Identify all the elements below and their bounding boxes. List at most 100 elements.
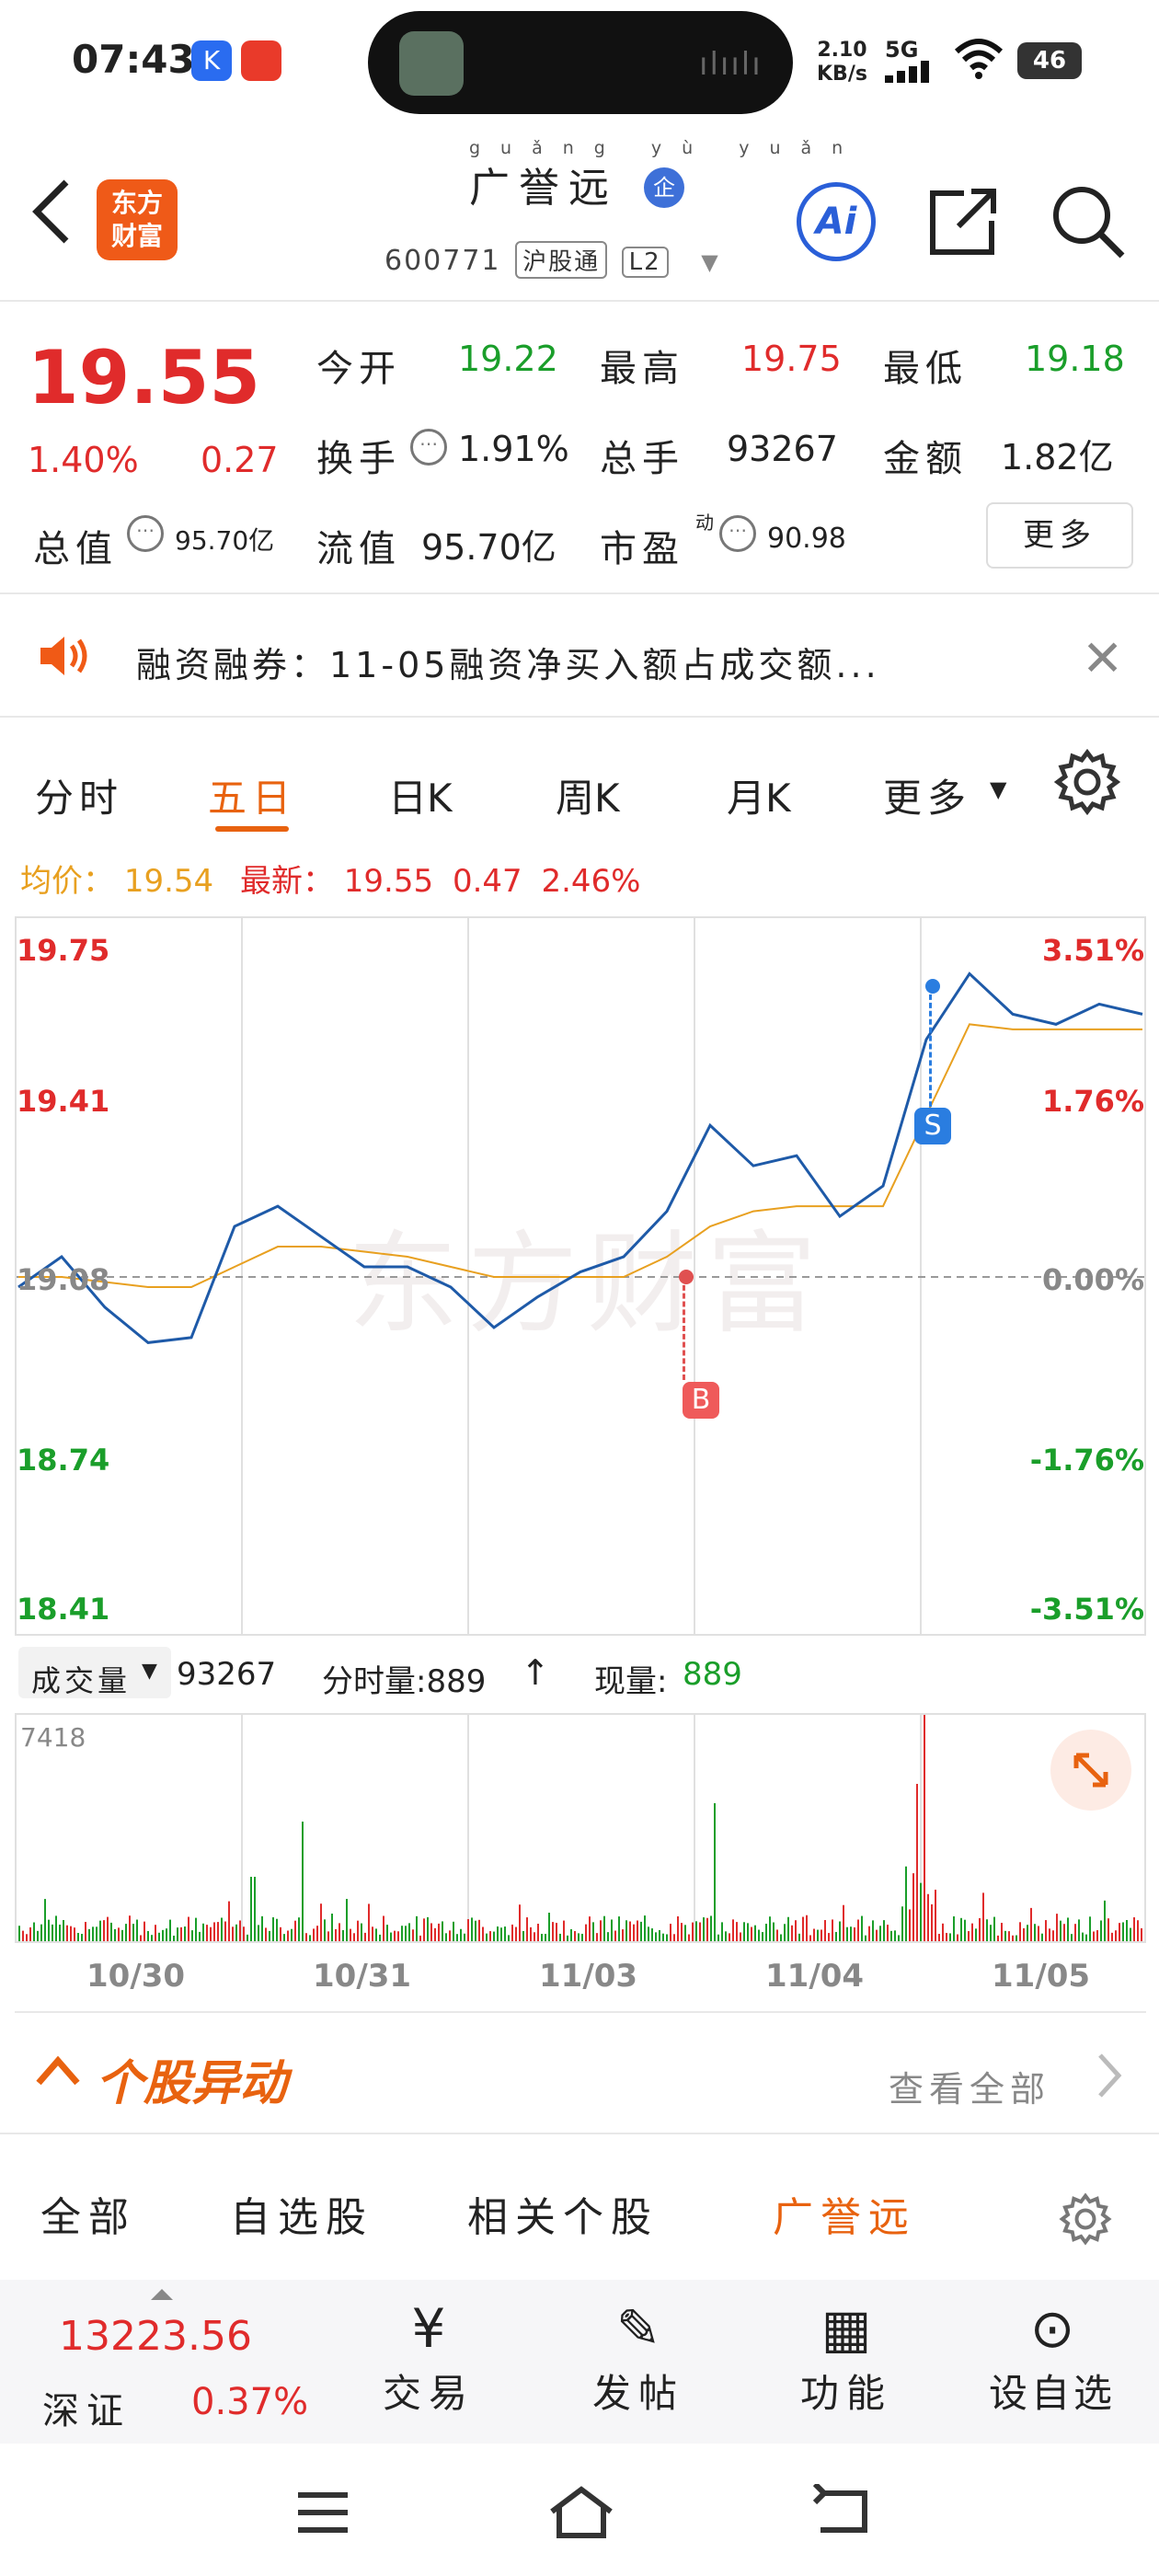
index-value[interactable]: 13223.56 — [59, 2313, 252, 2360]
volume-bar — [143, 1921, 145, 1941]
quote-panel: 19.55 1.40% 0.27 今开 19.22 最高 19.75 最低 19… — [0, 304, 1159, 591]
more-info-icon[interactable]: ⋯ — [719, 515, 756, 552]
volume-bar — [1052, 1930, 1054, 1941]
net-speed-unit: KB/s — [817, 63, 867, 86]
volume-bar — [335, 1928, 337, 1941]
collapse-icon[interactable] — [33, 2052, 83, 2092]
buy-marker[interactable]: B — [683, 1382, 719, 1419]
volume-bar — [1027, 1925, 1028, 1941]
tab-five-day[interactable]: 五日 — [208, 767, 296, 823]
chevron-down-icon[interactable]: ▼ — [701, 249, 719, 275]
volume-bar — [346, 1899, 348, 1941]
volume-bar — [795, 1920, 797, 1941]
volume-bar — [48, 1919, 50, 1941]
view-all-link[interactable]: 查看全部 — [889, 2061, 1050, 2111]
more-button[interactable]: 更多 — [986, 502, 1133, 569]
tag-hk-connect[interactable]: 沪股通 — [515, 241, 608, 279]
volume-bar — [232, 1926, 234, 1941]
volume-bar — [511, 1924, 513, 1941]
price-lines — [17, 972, 1144, 1344]
dock-functions[interactable]: ▦ 功能 — [754, 2294, 938, 2419]
search-icon[interactable] — [1049, 182, 1128, 265]
volume-bar — [353, 1933, 355, 1941]
stock-name: 广誉远 — [469, 155, 618, 213]
tab-daily-k[interactable]: 日K — [388, 767, 453, 823]
battery-icon: 46 — [1017, 42, 1082, 79]
volume-bar — [489, 1931, 491, 1941]
volume-bar — [1141, 1927, 1142, 1941]
more-info-icon[interactable]: ⋯ — [410, 429, 447, 466]
volume-bar — [603, 1915, 605, 1941]
volume-bar — [96, 1926, 98, 1941]
volume-bar — [239, 1920, 241, 1941]
volume-bar — [1049, 1928, 1050, 1941]
share-icon[interactable] — [927, 184, 1001, 261]
chevron-down-icon[interactable]: ▼ — [990, 776, 1006, 802]
dock-add-watch[interactable]: ⊙ 设自选 — [960, 2294, 1144, 2419]
price-chart[interactable]: 东方财富 19.75 19.41 19.08 18.74 18.41 3.51%… — [15, 916, 1146, 1636]
index-name[interactable]: 深证 — [42, 2381, 131, 2434]
volume-bar — [522, 1930, 524, 1941]
volume-bar — [158, 1932, 160, 1941]
tab-intraday[interactable]: 分时 — [35, 767, 123, 823]
volume-bar — [184, 1926, 186, 1941]
y-tick-left: 19.08 — [17, 1262, 110, 1297]
volume-bar — [839, 1921, 841, 1941]
volume-bar — [596, 1933, 598, 1941]
volume-bar — [648, 1926, 649, 1941]
back-nav-icon[interactable] — [809, 2481, 870, 2545]
gear-icon[interactable] — [1052, 747, 1122, 821]
x-tick: 10/30 — [86, 1958, 186, 1995]
volume-bar — [556, 1923, 557, 1941]
x-tick: 11/04 — [765, 1958, 865, 1995]
volume-bar — [740, 1932, 741, 1941]
filter-related[interactable]: 相关个股 — [467, 2184, 659, 2243]
volume-bar — [55, 1915, 57, 1941]
volume-bar — [629, 1921, 631, 1941]
chevron-right-icon[interactable] — [1093, 2048, 1126, 2107]
current-volume: 889 — [683, 1656, 742, 1693]
dock-trade[interactable]: ¥ 交易 — [337, 2294, 521, 2419]
tab-more[interactable]: 更多 — [883, 767, 971, 823]
menu-icon[interactable] — [294, 2490, 351, 2539]
tab-weekly-k[interactable]: 周K — [556, 767, 620, 823]
dock-post[interactable]: ✎ 发帖 — [546, 2294, 730, 2419]
volume-bar — [758, 1929, 760, 1941]
volume-bar — [497, 1926, 499, 1941]
divider — [0, 300, 1159, 302]
tag-l2[interactable]: L2 — [621, 247, 669, 278]
close-icon[interactable]: ✕ — [1082, 629, 1123, 687]
tab-monthly-k[interactable]: 月K — [727, 767, 791, 823]
volume-bar — [224, 1921, 226, 1941]
turnover-label: 换手 — [316, 438, 401, 480]
home-icon[interactable] — [546, 2484, 616, 2545]
volume-bar — [357, 1920, 359, 1941]
ai-button[interactable]: Ai — [797, 182, 876, 261]
volume-bar — [843, 1904, 844, 1941]
notice-bar[interactable]: 融资融券：11-05融资净买入额占成交额... ✕ — [0, 596, 1159, 716]
filter-stock[interactable]: 广誉远 — [773, 2184, 916, 2243]
volume-bar — [688, 1934, 690, 1941]
volume-bar — [736, 1922, 738, 1941]
volume-bar — [585, 1924, 587, 1941]
volume-bar — [247, 1934, 248, 1941]
volume-bar — [475, 1920, 476, 1941]
volume-bar — [692, 1922, 694, 1941]
filter-all[interactable]: 全部 — [40, 2184, 136, 2243]
index-pct[interactable]: 0.37% — [191, 2381, 308, 2423]
volume-chart[interactable]: 7418 — [15, 1713, 1146, 1943]
expand-icon[interactable] — [1050, 1730, 1131, 1811]
volume-bar — [26, 1934, 28, 1941]
chevron-down-icon: ▼ — [142, 1660, 157, 1683]
volume-bar — [195, 1917, 197, 1941]
volume-bar — [136, 1919, 138, 1941]
volume-bar — [191, 1930, 193, 1941]
filter-watchlist[interactable]: 自选股 — [230, 2184, 373, 2243]
back-icon[interactable] — [26, 175, 77, 252]
sell-marker[interactable]: S — [914, 1108, 951, 1144]
volume-selector[interactable]: 成交量 ▼ — [18, 1647, 171, 1698]
more-info-icon[interactable]: ⋯ — [127, 515, 164, 552]
volume-bar — [66, 1925, 68, 1941]
gear-icon[interactable] — [1058, 2191, 1113, 2250]
notice-text: 融资融券：11-05融资净买入额占成交额... — [136, 645, 880, 685]
